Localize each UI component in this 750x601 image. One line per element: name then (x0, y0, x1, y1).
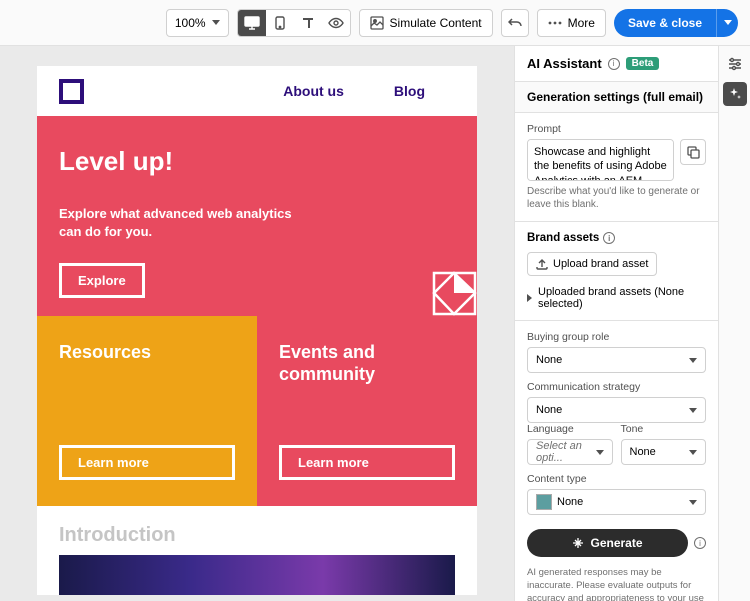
undo-button[interactable] (501, 9, 529, 37)
language-select[interactable]: Select an opti... (527, 439, 613, 465)
info-icon[interactable]: i (694, 537, 706, 549)
hero-title: Level up! (59, 146, 455, 177)
desktop-view-button[interactable] (238, 10, 266, 36)
simulate-icon (370, 16, 384, 30)
save-dropdown-button[interactable] (716, 9, 738, 37)
zoom-select[interactable]: 100% (166, 9, 229, 37)
properties-rail-button[interactable] (723, 52, 747, 76)
more-button[interactable]: More (537, 9, 606, 37)
buying-role-select[interactable]: None (527, 347, 706, 373)
language-label: Language (527, 423, 613, 435)
events-title: Events and community (279, 342, 455, 385)
content-type-swatch-icon (536, 494, 552, 510)
save-close-button[interactable]: Save & close (614, 9, 716, 37)
prompt-help-text: Describe what you'd like to generate or … (527, 185, 706, 211)
save-button-group: Save & close (614, 9, 738, 37)
disclaimer-text: AI generated responses may be inaccurate… (527, 567, 706, 601)
communication-strategy-label: Communication strategy (527, 381, 706, 393)
hero-subtitle: Explore what advanced web analytics can … (59, 205, 299, 241)
right-rail (718, 46, 750, 601)
content-type-select[interactable]: None (527, 489, 706, 515)
ai-rail-button[interactable] (723, 82, 747, 106)
chevron-down-icon (596, 450, 604, 455)
chevron-right-icon (527, 294, 532, 302)
tone-select[interactable]: None (621, 439, 707, 465)
hero-section: Level up! Explore what advanced web anal… (37, 116, 477, 316)
hero-cta-button: Explore (59, 263, 145, 298)
mobile-view-button[interactable] (266, 10, 294, 36)
text-view-button[interactable] (294, 10, 322, 36)
nav-about: About us (283, 83, 344, 99)
logo-icon (59, 79, 84, 104)
chevron-down-icon (689, 358, 697, 363)
chevron-down-icon (724, 20, 732, 25)
buying-role-label: Buying group role (527, 331, 706, 343)
info-icon[interactable]: i (608, 58, 620, 70)
info-icon[interactable]: i (603, 232, 615, 244)
zoom-value: 100% (175, 16, 206, 30)
chevron-down-icon (212, 20, 220, 25)
events-column: Events and community Learn more (257, 316, 477, 506)
hero-decoration-icon (432, 271, 477, 316)
tone-label: Tone (621, 423, 707, 435)
chevron-down-icon (689, 408, 697, 413)
uploaded-assets-accordion[interactable]: Uploaded brand assets (None selected) (527, 286, 706, 310)
email-header: About us Blog (37, 66, 477, 116)
prompt-textarea[interactable] (527, 139, 674, 181)
simulate-content-button[interactable]: Simulate Content (359, 9, 493, 37)
intro-image (59, 555, 455, 595)
upload-brand-asset-button[interactable]: Upload brand asset (527, 252, 657, 276)
device-toggle-group (237, 9, 351, 37)
communication-strategy-select[interactable]: None (527, 397, 706, 423)
panel-title: AI Assistant (527, 56, 602, 71)
generate-button[interactable]: Generate (527, 529, 688, 557)
editor-canvas[interactable]: About us Blog Level up! Explore what adv… (0, 46, 514, 601)
dots-icon (548, 21, 562, 25)
resources-title: Resources (59, 342, 235, 364)
preview-button[interactable] (322, 10, 350, 36)
copy-prompt-button[interactable] (680, 139, 706, 165)
resources-column: Resources Learn more (37, 316, 257, 506)
intro-title: Introduction (59, 524, 455, 547)
nav-blog: Blog (394, 83, 425, 99)
brand-assets-header: Brand assets i (527, 232, 706, 244)
upload-icon (536, 258, 548, 270)
content-type-label: Content type (527, 473, 706, 485)
sparkle-icon (572, 537, 584, 549)
ai-assistant-panel: AI Assistant i Beta Generation settings … (514, 46, 718, 601)
resources-cta-button: Learn more (59, 445, 235, 480)
chevron-down-icon (689, 500, 697, 505)
events-cta-button: Learn more (279, 445, 455, 480)
generation-settings-header: Generation settings (full email) (515, 81, 718, 113)
chevron-down-icon (689, 450, 697, 455)
prompt-label: Prompt (527, 123, 706, 135)
beta-badge: Beta (626, 57, 660, 70)
